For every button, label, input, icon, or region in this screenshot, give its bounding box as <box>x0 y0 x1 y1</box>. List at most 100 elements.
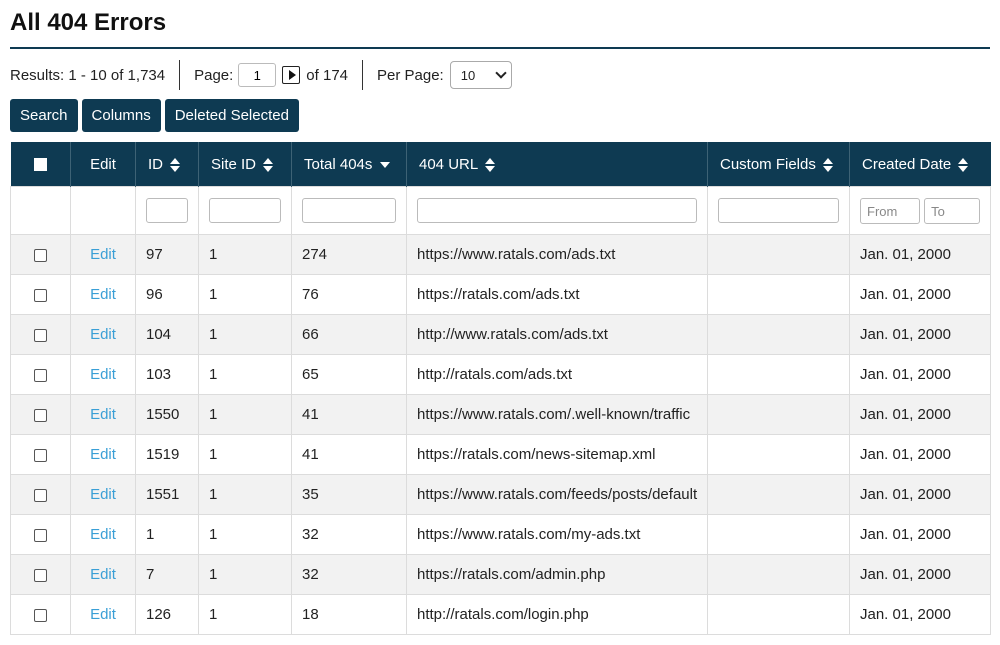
header-custom-label: Custom Fields <box>720 155 816 173</box>
cell-404-url: http://ratals.com/login.php <box>406 594 708 635</box>
table-row: Edit 1550 1 41 https://www.ratals.com/.well-… <box>10 394 991 435</box>
edit-link[interactable]: Edit <box>90 606 116 623</box>
cell-site-id: 1 <box>198 274 292 315</box>
header-404-url[interactable]: 404 URL <box>406 142 708 187</box>
columns-button[interactable]: Columns <box>81 99 161 132</box>
site-id-filter-input[interactable] <box>209 198 281 223</box>
cell-site-id: 1 <box>198 554 292 595</box>
header-site-id-label: Site ID <box>211 155 257 173</box>
cell-total-404s: 35 <box>291 474 407 515</box>
cell-total-404s: 18 <box>291 594 407 635</box>
row-checkbox[interactable] <box>34 448 47 462</box>
cell-id: 1551 <box>135 474 199 515</box>
cell-id: 97 <box>135 234 199 275</box>
edit-link[interactable]: Edit <box>90 326 116 343</box>
cell-total-404s: 41 <box>291 394 407 435</box>
custom-filter-input[interactable] <box>718 198 839 223</box>
cell-created-date: Jan. 01, 2000 <box>849 474 991 515</box>
url-filter-input[interactable] <box>417 198 697 223</box>
header-edit-label: Edit <box>90 155 116 173</box>
cell-site-id: 1 <box>198 354 292 395</box>
row-edit-cell: Edit <box>70 474 136 515</box>
row-checkbox[interactable] <box>34 368 47 382</box>
cell-404-url: https://www.ratals.com/ads.txt <box>406 234 708 275</box>
edit-link[interactable]: Edit <box>90 286 116 303</box>
cell-custom-fields <box>707 514 850 555</box>
row-edit-cell: Edit <box>70 514 136 555</box>
cell-id: 1550 <box>135 394 199 435</box>
pagination-divider <box>179 60 181 90</box>
cell-id: 104 <box>135 314 199 355</box>
pagination-divider <box>362 60 364 90</box>
filter-cell-id <box>135 186 199 235</box>
sort-desc-icon <box>380 161 391 168</box>
per-page-label: Per Page: <box>377 66 444 84</box>
page-number-input[interactable] <box>238 63 277 87</box>
header-total-404s[interactable]: Total 404s <box>291 142 407 187</box>
title-divider <box>10 47 990 49</box>
cell-created-date: Jan. 01, 2000 <box>849 234 991 275</box>
row-edit-cell: Edit <box>70 554 136 595</box>
row-checkbox[interactable] <box>34 608 47 622</box>
edit-link[interactable]: Edit <box>90 526 116 543</box>
header-select-all <box>10 142 71 187</box>
row-checkbox[interactable] <box>34 488 47 502</box>
cell-404-url: https://www.ratals.com/my-ads.txt <box>406 514 708 555</box>
id-filter-input[interactable] <box>146 198 188 223</box>
row-checkbox[interactable] <box>34 248 47 262</box>
table-row: Edit 1 1 32 https://www.ratals.com/my-ads.tx… <box>10 514 991 555</box>
cell-total-404s: 65 <box>291 354 407 395</box>
row-edit-cell: Edit <box>70 434 136 475</box>
select-all-checkbox[interactable] <box>33 158 47 172</box>
row-select-cell <box>10 354 71 395</box>
edit-link[interactable]: Edit <box>90 446 116 463</box>
header-custom-fields[interactable]: Custom Fields <box>707 142 850 187</box>
per-page-select[interactable]: 10 <box>449 61 512 89</box>
edit-link[interactable]: Edit <box>90 486 116 503</box>
sort-both-icon <box>958 157 969 172</box>
cell-custom-fields <box>707 434 850 475</box>
edit-link[interactable]: Edit <box>90 366 116 383</box>
edit-link[interactable]: Edit <box>90 406 116 423</box>
cell-created-date: Jan. 01, 2000 <box>849 594 991 635</box>
cell-404-url: http://www.ratals.com/ads.txt <box>406 314 708 355</box>
row-checkbox[interactable] <box>34 408 47 422</box>
cell-id: 103 <box>135 354 199 395</box>
cell-404-url: https://ratals.com/admin.php <box>406 554 708 595</box>
sort-both-icon <box>822 157 833 172</box>
row-checkbox[interactable] <box>34 328 47 342</box>
search-button[interactable]: Search <box>10 99 78 132</box>
cell-404-url: https://ratals.com/news-sitemap.xml <box>406 434 708 475</box>
cell-total-404s: 32 <box>291 554 407 595</box>
cell-custom-fields <box>707 474 850 515</box>
total-filter-input[interactable] <box>302 198 396 223</box>
row-checkbox[interactable] <box>34 288 47 302</box>
row-edit-cell: Edit <box>70 594 136 635</box>
row-select-cell <box>10 274 71 315</box>
date-from-input[interactable]: From <box>860 197 920 224</box>
header-id[interactable]: ID <box>135 142 199 187</box>
cell-created-date: Jan. 01, 2000 <box>849 354 991 395</box>
cell-custom-fields <box>707 274 850 315</box>
row-edit-cell: Edit <box>70 274 136 315</box>
edit-link[interactable]: Edit <box>90 246 116 263</box>
date-to-input[interactable]: To <box>924 197 981 224</box>
header-created-label: Created Date <box>862 155 952 173</box>
edit-link[interactable]: Edit <box>90 566 116 583</box>
row-select-cell <box>10 594 71 635</box>
row-checkbox[interactable] <box>34 568 47 582</box>
row-checkbox[interactable] <box>34 528 47 542</box>
row-select-cell <box>10 554 71 595</box>
header-site-id[interactable]: Site ID <box>198 142 292 187</box>
filter-cell-custom <box>707 186 850 235</box>
row-edit-cell: Edit <box>70 234 136 275</box>
cell-created-date: Jan. 01, 2000 <box>849 514 991 555</box>
header-created-date[interactable]: Created Date <box>849 142 991 187</box>
row-select-cell <box>10 474 71 515</box>
next-page-button[interactable] <box>282 66 301 84</box>
header-edit: Edit <box>70 142 136 187</box>
table-row: Edit 1519 1 41 https://ratals.com/news-sitem… <box>10 434 991 475</box>
cell-created-date: Jan. 01, 2000 <box>849 554 991 595</box>
cell-created-date: Jan. 01, 2000 <box>849 274 991 315</box>
delete-selected-button[interactable]: Deleted Selected <box>164 99 299 132</box>
